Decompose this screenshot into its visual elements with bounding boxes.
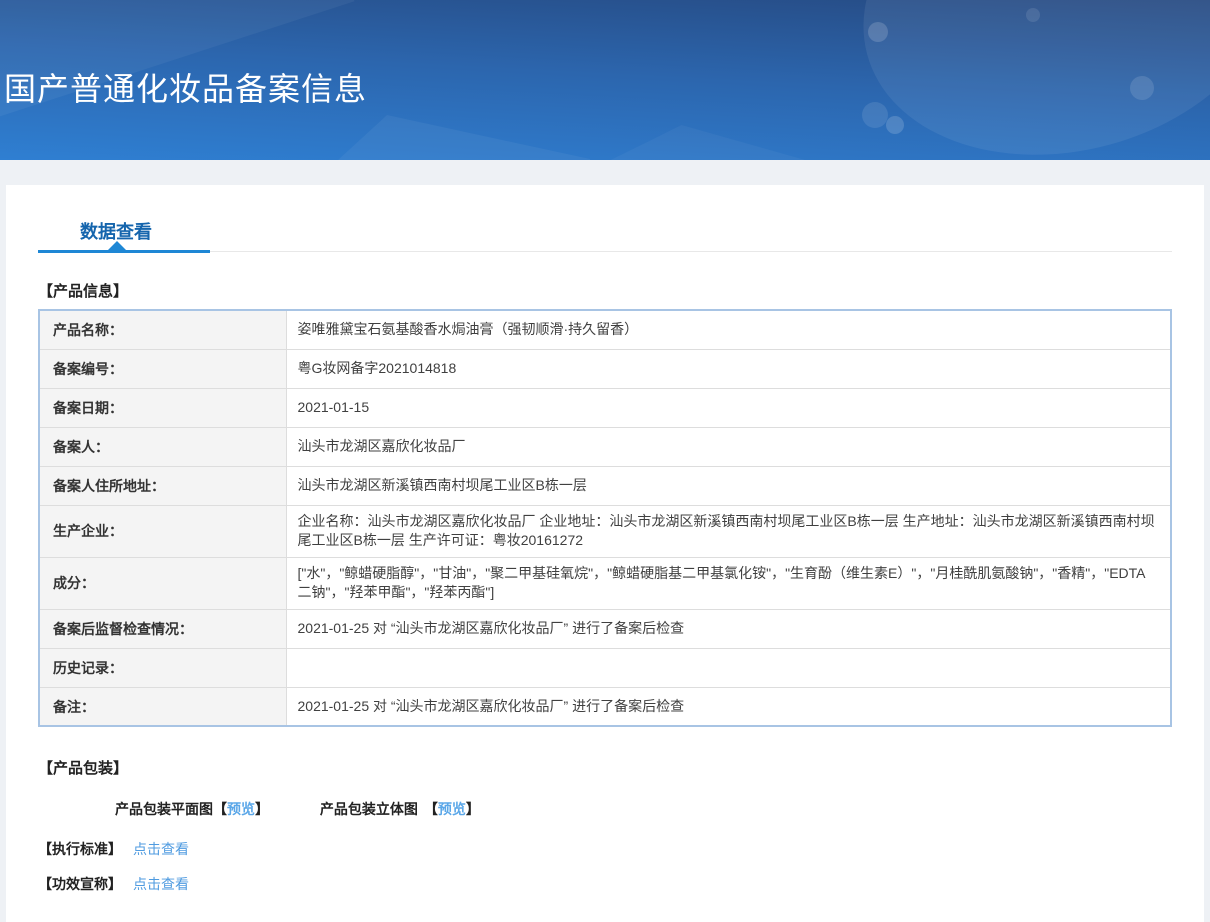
row-value: 2021-01-15	[286, 388, 1171, 428]
packaging-row: 产品包装平面图【预览】 产品包装立体图 【预览】	[38, 799, 1172, 819]
packaging-stereo-label: 产品包装立体图	[319, 801, 418, 818]
row-label: 产品名称：	[39, 310, 287, 350]
section-title-product-info: 【产品信息】	[38, 283, 129, 300]
row-value: 粤G妆网备字2021014818	[286, 349, 1171, 389]
standard-row: 【执行标准】 点击查看	[38, 839, 1172, 859]
row-label: 生产企业：	[39, 505, 287, 558]
row-label: 备案编号：	[39, 349, 287, 389]
table-row: 备案人住所地址： 汕头市龙湖区新溪镇西南村坝尾工业区B栋一层	[39, 466, 1171, 506]
row-value: 汕头市龙湖区新溪镇西南村坝尾工业区B栋一层	[286, 466, 1171, 506]
packaging-stereo-preview-link[interactable]: 预览	[438, 801, 466, 817]
packaging-stereo-item: 产品包装立体图 【预览】	[320, 801, 480, 817]
tab-bar: 数据查看	[38, 218, 1172, 253]
row-value: 企业名称：汕头市龙湖区嘉欣化妆品厂 企业地址：汕头市龙湖区新溪镇西南村坝尾工业区…	[286, 505, 1171, 558]
row-label: 备案日期：	[39, 388, 287, 428]
row-value: 2021-01-25 对 “汕头市龙湖区嘉欣化妆品厂” 进行了备案后检查	[297, 697, 685, 714]
efficacy-row: 【功效宣称】 点击查看	[38, 874, 1172, 894]
page-title: 国产普通化妆品备案信息	[4, 71, 368, 107]
row-label: 备注：	[39, 687, 287, 727]
product-info-table: 产品名称： 姿唯雅黛宝石氨基酸香水焗油膏（强韧顺滑·持久留香） 备案编号： 粤G妆网备…	[38, 309, 1172, 728]
bracket-close: 】	[465, 801, 480, 818]
standard-view-link[interactable]: 点击查看	[133, 841, 189, 857]
active-tab-indicator	[38, 241, 210, 253]
section-title-standard: 【执行标准】	[38, 841, 122, 858]
table-row: 产品名称： 姿唯雅黛宝石氨基酸香水焗油膏（强韧顺滑·持久留香）	[39, 310, 1171, 350]
table-row: 备注： 2021-01-25 对 “汕头市龙湖区嘉欣化妆品厂” 进行了备案后检查	[39, 687, 1171, 727]
banner-decoration	[828, 0, 1210, 160]
table-row: 生产企业： 企业名称：汕头市龙湖区嘉欣化妆品厂 企业地址：汕头市龙湖区新溪镇西南村…	[39, 505, 1171, 558]
table-row: 备案日期： 2021-01-15	[39, 388, 1171, 428]
banner-decoration	[300, 115, 590, 160]
section-title-efficacy: 【功效宣称】	[38, 876, 122, 893]
table-row: 成分： ["水"，"鲸蜡硬脂醇"，"甘油"，"聚二甲基硅氧烷"，"鲸蜡硬脂基二甲基…	[39, 557, 1171, 610]
row-label: 备案后监督检查情况：	[39, 609, 287, 649]
row-value: 汕头市龙湖区嘉欣化妆品厂	[286, 427, 1171, 467]
row-value: 姿唯雅黛宝石氨基酸香水焗油膏（强韧顺滑·持久留香）	[286, 310, 1171, 350]
bracket-open: 【	[423, 801, 438, 818]
packaging-flat-item: 产品包装平面图【预览】	[115, 801, 269, 817]
section-title-packaging: 【产品包装】	[38, 760, 129, 778]
table-row: 备案编号： 粤G妆网备字2021014818	[39, 349, 1171, 389]
bracket-close: 】	[255, 801, 269, 818]
table-row: 历史记录：	[39, 648, 1171, 688]
banner-decoration-dot	[862, 102, 888, 128]
banner-decoration-dot	[1026, 8, 1040, 22]
row-label: 历史记录：	[39, 648, 287, 688]
row-label: 备案人住所地址：	[39, 466, 287, 506]
bracket-open: 【	[213, 801, 227, 818]
page-header-banner: 国产普通化妆品备案信息	[0, 0, 1210, 160]
banner-decoration	[560, 125, 830, 160]
content-card: 数据查看 【产品信息】 产品名称： 姿唯雅黛宝石氨基酸香水焗油膏（强韧顺滑·持久留…	[6, 185, 1204, 922]
banner-decoration-dot	[868, 22, 888, 42]
row-label: 备案人：	[39, 427, 287, 467]
row-value: ["水"，"鲸蜡硬脂醇"，"甘油"，"聚二甲基硅氧烷"，"鲸蜡硬脂基二甲基氯化铵…	[286, 557, 1171, 610]
banner-decoration-dot	[1130, 76, 1154, 100]
table-row: 备案后监督检查情况： 2021-01-25 对 “汕头市龙湖区嘉欣化妆品厂” 进行…	[39, 609, 1171, 649]
row-value	[286, 648, 1171, 688]
packaging-flat-label: 产品包装平面图	[115, 801, 213, 818]
packaging-flat-preview-link[interactable]: 预览	[227, 801, 255, 817]
efficacy-view-link[interactable]: 点击查看	[133, 876, 189, 892]
row-value: 2021-01-25 对 “汕头市龙湖区嘉欣化妆品厂” 进行了备案后检查	[286, 609, 1171, 649]
banner-decoration-dot	[886, 116, 904, 134]
row-label: 成分：	[39, 557, 287, 610]
table-row: 备案人： 汕头市龙湖区嘉欣化妆品厂	[39, 427, 1171, 467]
